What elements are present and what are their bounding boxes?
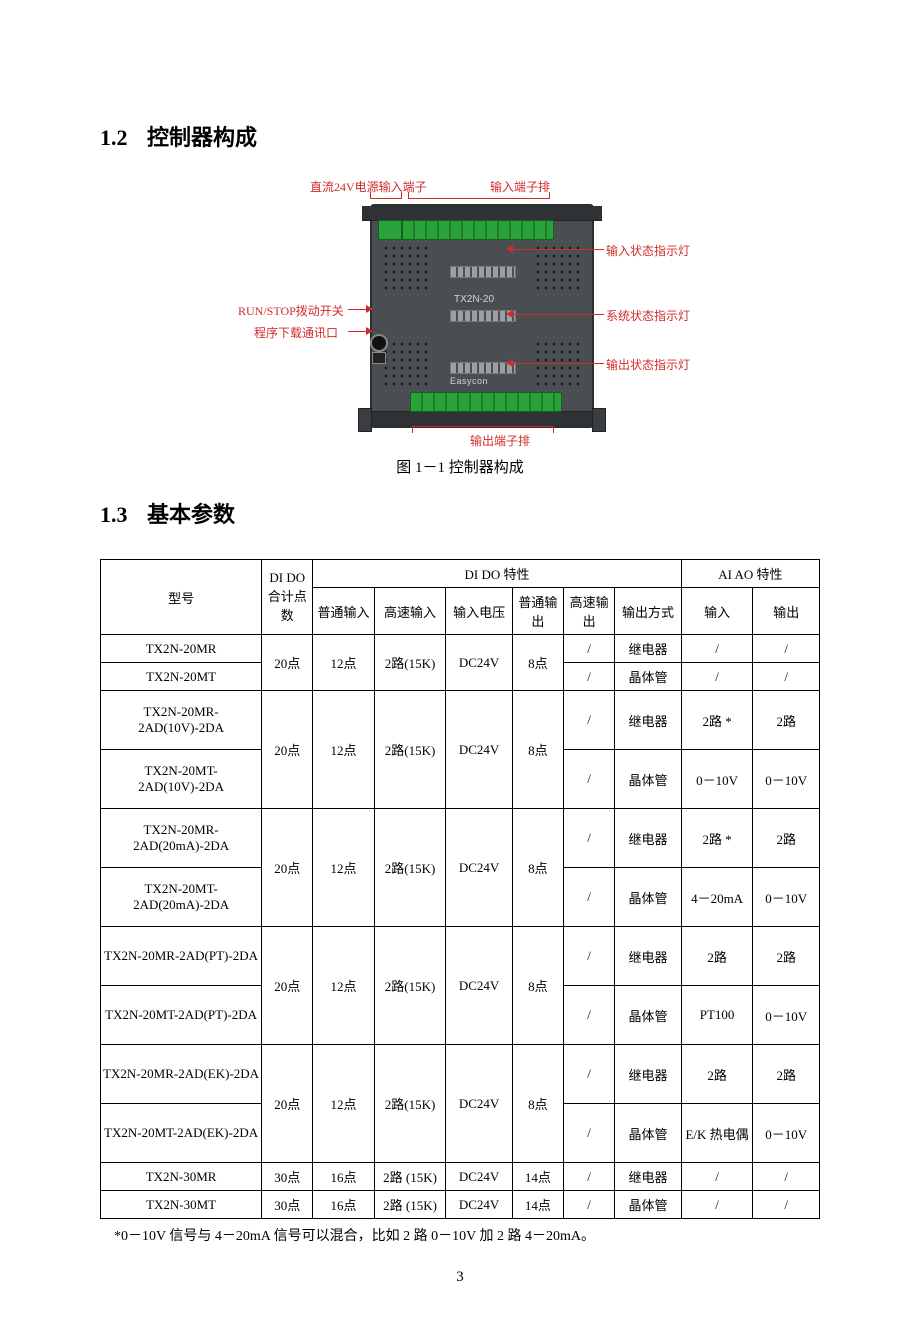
device-brand: Easycon bbox=[450, 376, 488, 386]
input-terminal-block bbox=[402, 220, 554, 240]
th-in-voltage: 输入电压 bbox=[446, 588, 513, 635]
spec-table: 型号 DI DO 合计点数 DI DO 特性 AI AO 特性 普通输入 高速输… bbox=[100, 559, 820, 1219]
section-1-2-heading: 1.2 控制器构成 bbox=[100, 120, 820, 152]
section-1-3-number: 1.3 bbox=[100, 502, 128, 528]
table-row-model: TX2N-30MR bbox=[101, 1163, 262, 1191]
table-row-model: TX2N-20MR-2AD(20mA)-2DA bbox=[101, 809, 262, 868]
th-dido-sum: DI DO 合计点数 bbox=[262, 560, 313, 635]
run-stop-switch bbox=[370, 334, 388, 352]
th-out-mode: 输出方式 bbox=[615, 588, 682, 635]
device-model-label: TX2N-20 bbox=[454, 294, 494, 305]
th-dido-char: DI DO 特性 bbox=[313, 560, 681, 588]
page-number: 3 bbox=[100, 1269, 820, 1286]
section-1-2-number: 1.2 bbox=[100, 125, 128, 151]
output-terminal-block bbox=[410, 392, 562, 412]
th-ao-out: 输出 bbox=[753, 588, 820, 635]
callout-run-stop: RUN/STOP拨动开关 bbox=[238, 302, 344, 319]
input-led-strip bbox=[450, 266, 516, 278]
callout-out-status: 输出状态指示灯 bbox=[606, 356, 690, 373]
figure-caption: 图 1－1 控制器构成 bbox=[100, 456, 820, 477]
power-terminal bbox=[378, 220, 402, 240]
device-body: TX2N-20 Easycon bbox=[370, 204, 594, 428]
table-row-model: TX2N-20MT-2AD(10V)-2DA bbox=[101, 750, 262, 809]
callout-in-status: 输入状态指示灯 bbox=[606, 242, 690, 259]
table-row-model: TX2N-20MR-2AD(EK)-2DA bbox=[101, 1045, 262, 1104]
th-hs-in: 高速输入 bbox=[374, 588, 446, 635]
table-row-model: TX2N-30MT bbox=[101, 1191, 262, 1219]
table-row-model: TX2N-20MR-2AD(PT)-2DA bbox=[101, 927, 262, 986]
table-row-model: TX2N-20MR bbox=[101, 635, 262, 663]
th-hs-out: 高速输出 bbox=[564, 588, 615, 635]
table-row-model: TX2N-20MR-2AD(10V)-2DA bbox=[101, 691, 262, 750]
th-ai-in: 输入 bbox=[681, 588, 753, 635]
th-aiao-char: AI AO 特性 bbox=[681, 560, 819, 588]
table-row-model: TX2N-20MT-2AD(PT)-2DA bbox=[101, 986, 262, 1045]
device-diagram: TX2N-20 Easycon 直流24V电源输入端子 输入端子排 RUN/ST… bbox=[270, 182, 650, 442]
download-port bbox=[372, 352, 386, 364]
th-model: 型号 bbox=[101, 560, 262, 635]
callout-download: 程序下载通讯口 bbox=[254, 324, 338, 341]
th-normal-in: 普通输入 bbox=[313, 588, 374, 635]
section-1-2-title: 控制器构成 bbox=[147, 125, 257, 150]
th-normal-out: 普通输出 bbox=[512, 588, 563, 635]
table-row-model: TX2N-20MT-2AD(20mA)-2DA bbox=[101, 868, 262, 927]
section-1-3-heading: 1.3 基本参数 bbox=[100, 497, 820, 529]
callout-out-terminal: 输出端子排 bbox=[470, 432, 530, 449]
figure-1-1: TX2N-20 Easycon 直流24V电源输入端子 输入端子排 RUN/ST… bbox=[100, 182, 820, 477]
callout-sys-status: 系统状态指示灯 bbox=[606, 307, 690, 324]
table-row-model: TX2N-20MT bbox=[101, 663, 262, 691]
table-footnote: *0－10V 信号与 4－20mA 信号可以混合，比如 2 路 0－10V 加 … bbox=[114, 1225, 820, 1245]
table-row-model: TX2N-20MT-2AD(EK)-2DA bbox=[101, 1104, 262, 1163]
section-1-3-title: 基本参数 bbox=[147, 502, 235, 527]
